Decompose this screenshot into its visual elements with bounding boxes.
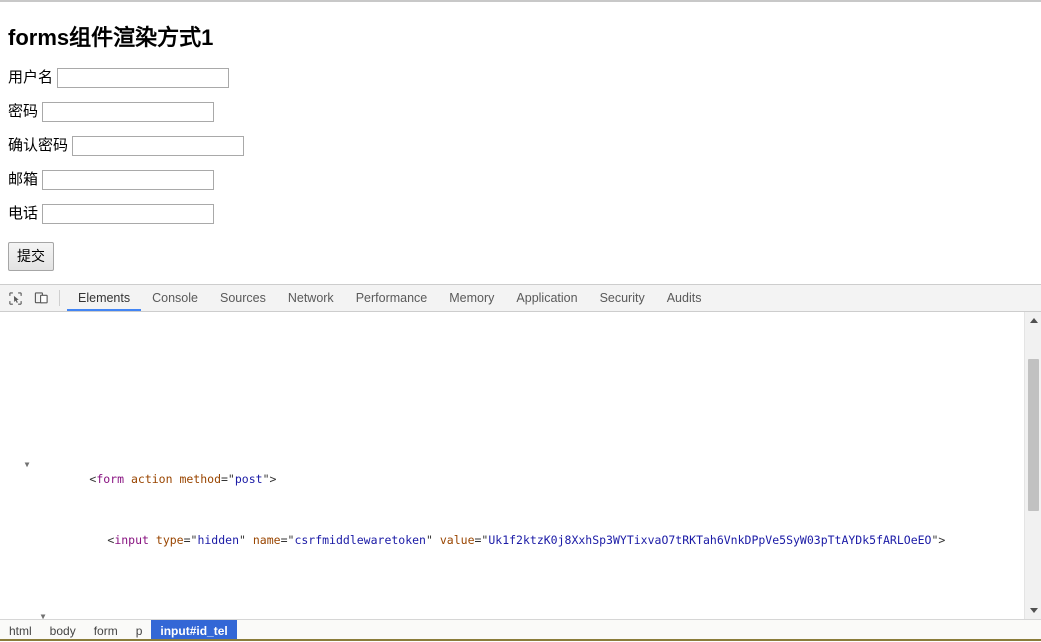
dom-attr-action: action <box>130 472 173 487</box>
confirm-password-input[interactable] <box>72 136 245 156</box>
devtools-panel: Elements Console Sources Network Perform… <box>0 284 1041 641</box>
submit-button[interactable]: 提交 <box>8 242 54 271</box>
dom-tree-panel: ▼ <form action method="post"> <input typ… <box>0 312 1041 619</box>
breadcrumb-item-input-id-tel[interactable]: input#id_tel <box>151 620 237 641</box>
breadcrumb-item-form[interactable]: form <box>85 620 127 641</box>
dom-tag-form: form <box>96 472 125 487</box>
tab-security[interactable]: Security <box>589 285 656 311</box>
expand-triangle-form[interactable]: ▼ <box>22 457 32 472</box>
scroll-up-button[interactable] <box>1025 312 1041 329</box>
dom-line-csrf-input[interactable]: <input type="hidden" name="csrfmiddlewar… <box>0 518 1022 547</box>
tab-sources[interactable]: Sources <box>209 285 277 311</box>
devtools-tab-bar: Elements Console Sources Network Perform… <box>67 285 712 311</box>
label-email: 邮箱 <box>8 171 39 188</box>
tab-console[interactable]: Console <box>141 285 209 311</box>
browser-page-viewport: forms组件渲染方式1 用户名 密码 确认密码 邮箱 电话 提交 <box>0 0 1041 284</box>
form-row-confirm-password: 确认密码 <box>8 136 1033 156</box>
dom-attr-method: method <box>179 472 221 487</box>
page-title: forms组件渲染方式1 <box>8 25 214 50</box>
form-row-password: 密码 <box>8 102 1033 122</box>
expand-triangle-p-username[interactable]: ▼ <box>38 609 48 619</box>
dom-tree-scrollbar[interactable] <box>1024 312 1041 619</box>
tab-elements[interactable]: Elements <box>67 285 141 311</box>
scrollbar-thumb[interactable] <box>1028 359 1039 511</box>
label-tel: 电话 <box>8 205 39 222</box>
devtools-toolbar: Elements Console Sources Network Perform… <box>0 285 1041 312</box>
form-row-tel: 电话 <box>8 204 1033 224</box>
label-username: 用户名 <box>8 69 54 86</box>
dom-attr-method-value: post <box>234 472 263 487</box>
dom-csrf-name: csrfmiddlewaretoken <box>294 532 426 547</box>
chevron-up-icon <box>1029 318 1038 323</box>
dom-line-p-open-username[interactable]: ▼ <p> <box>0 594 1022 619</box>
toolbar-divider <box>59 290 60 306</box>
tel-input[interactable] <box>42 204 215 224</box>
username-input[interactable] <box>57 68 230 88</box>
dom-csrf-value: Uk1f2ktzK0j8XxhSp3WYTixvaO7tRKTah6VnkDPp… <box>488 532 932 547</box>
label-confirm-password: 确认密码 <box>8 137 69 154</box>
tab-memory[interactable]: Memory <box>438 285 505 311</box>
inspect-element-icon[interactable] <box>2 286 28 310</box>
tab-audits[interactable]: Audits <box>656 285 713 311</box>
chevron-down-icon <box>1029 608 1038 613</box>
form-row-username: 用户名 <box>8 68 1033 88</box>
breadcrumb-item-html[interactable]: html <box>0 620 41 641</box>
scroll-down-button[interactable] <box>1025 602 1041 619</box>
device-toolbar-icon[interactable] <box>28 286 54 310</box>
form-row-email: 邮箱 <box>8 170 1033 190</box>
dom-line-clipped <box>0 373 1022 381</box>
dom-tree[interactable]: ▼ <form action method="post"> <input typ… <box>0 312 1022 619</box>
tab-application[interactable]: Application <box>505 285 588 311</box>
breadcrumb: html body form p input#id_tel <box>0 619 1041 641</box>
tab-network[interactable]: Network <box>277 285 345 311</box>
label-password: 密码 <box>8 103 39 120</box>
password-input[interactable] <box>42 102 215 122</box>
breadcrumb-item-p[interactable]: p <box>127 620 152 641</box>
dom-line-form-open[interactable]: ▼ <form action method="post"> <box>0 442 1022 486</box>
email-input[interactable] <box>42 170 215 190</box>
tab-performance[interactable]: Performance <box>345 285 439 311</box>
submit-row: 提交 <box>8 242 1033 271</box>
breadcrumb-item-body[interactable]: body <box>41 620 85 641</box>
